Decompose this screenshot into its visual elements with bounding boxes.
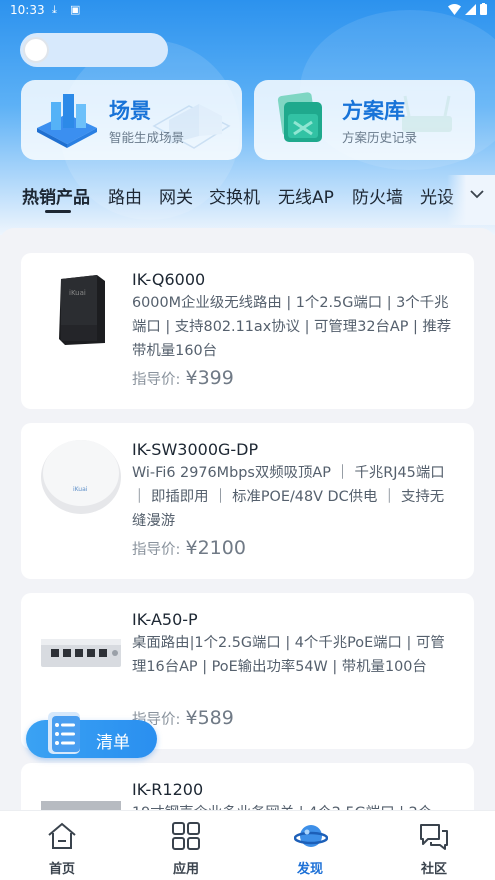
solution-library-title: 方案库: [342, 99, 405, 123]
nav-home[interactable]: 首页: [0, 811, 124, 880]
signal-icon: [465, 3, 476, 15]
price-value: 2100: [197, 537, 246, 559]
active-tab-indicator: [45, 210, 71, 213]
nav-apps-label: 应用: [172, 862, 199, 877]
chat-bubbles-icon: [420, 824, 448, 850]
toggle-knob: [23, 37, 49, 63]
chevron-down-icon[interactable]: [469, 189, 485, 199]
checklist-icon: [48, 712, 80, 754]
currency-symbol: ¥: [185, 537, 198, 559]
price-label: 指导价:: [132, 372, 181, 388]
product-card[interactable]: IK-R1200 19寸钢壳企业多业务网关 | 4个2.5G端口 | 2个: [21, 763, 474, 810]
product-card[interactable]: iKuai IK-SW3000G-DP Wi-Fi6 2976Mbps双频吸顶A…: [21, 423, 474, 579]
product-price: 指导价: ¥399: [132, 367, 234, 389]
apps-grid-icon: [172, 822, 200, 850]
product-name: IK-Q6000: [132, 270, 206, 289]
tab-routers[interactable]: 路由: [108, 183, 142, 208]
tab-switches[interactable]: 交换机: [209, 183, 260, 208]
nav-community-label: 社区: [420, 862, 447, 877]
currency-symbol: ¥: [185, 367, 198, 389]
status-time: 10:33: [10, 3, 45, 17]
wifi-icon: [448, 3, 461, 15]
tab-wireless-ap[interactable]: 无线AP: [278, 183, 334, 208]
product-name: IK-A50-P: [132, 610, 198, 629]
tab-firewalls[interactable]: 防火墙: [352, 183, 403, 208]
currency-symbol: ¥: [185, 707, 198, 729]
checklist-label: 清单: [96, 733, 130, 753]
product-image-router: iKuai: [59, 275, 105, 345]
product-name: IK-SW3000G-DP: [132, 440, 259, 459]
category-tabs: 热销产品 路由 网关 交换机 无线AP 防火墙 光设: [0, 175, 495, 225]
solution-library-subtitle: 方案历史记录: [342, 130, 418, 145]
nav-discover-label: 发现: [296, 862, 323, 877]
product-description: 桌面路由|1个2.5G端口 | 4个千兆PoE端口 | 可管理16台AP | P…: [132, 635, 445, 675]
nav-community[interactable]: 社区: [372, 811, 495, 880]
battery-icon: [480, 3, 487, 15]
price-value: 589: [197, 707, 234, 729]
bottom-navigation: 首页 应用 发现 社区: [0, 810, 495, 880]
scene-title: 场景: [109, 99, 151, 123]
planet-icon: [294, 825, 328, 847]
product-price: 指导价: ¥2100: [132, 537, 246, 559]
nav-home-label: 首页: [48, 862, 75, 877]
mode-toggle[interactable]: [20, 33, 168, 67]
product-name: IK-R1200: [132, 780, 204, 799]
product-description: 6000M企业级无线路由 | 1个2.5G端口 | 3个千兆端口 | 支持802…: [132, 295, 452, 359]
download-icon: ⤓: [52, 3, 57, 16]
nav-apps[interactable]: 应用: [124, 811, 248, 880]
notification-icon: ▣: [70, 3, 81, 16]
solution-library-card[interactable]: 方案库 方案历史记录: [254, 80, 475, 160]
product-description: 19寸钢壳企业多业务网关 | 4个2.5G端口 | 2个: [132, 801, 454, 810]
price-label: 指导价:: [132, 542, 181, 558]
product-description: Wi-Fi6 2976Mbps双频吸顶AP ｜ 千兆RJ45端口 ｜ 即插即用 …: [132, 465, 445, 529]
scene-icon: [37, 94, 97, 148]
nav-discover[interactable]: 发现: [248, 811, 372, 880]
product-image-desktop-router: [41, 639, 121, 667]
tab-hot-products[interactable]: 热销产品: [22, 183, 90, 208]
home-icon: [48, 822, 76, 849]
product-image-ceiling-ap: iKuai: [41, 440, 121, 514]
status-bar: 10:33 ⤓ ▣: [0, 0, 495, 22]
solution-library-icon: [277, 92, 322, 142]
price-value: 399: [197, 367, 234, 389]
product-image-gateway: [41, 801, 121, 810]
product-card[interactable]: iKuai IK-Q6000 6000M企业级无线路由 | 1个2.5G端口 |…: [21, 253, 474, 409]
checklist-button[interactable]: 清单: [26, 712, 157, 758]
svg-text:iKuai: iKuai: [73, 486, 88, 493]
scene-subtitle: 智能生成场景: [109, 130, 185, 145]
svg-text:iKuai: iKuai: [69, 289, 86, 297]
scene-card[interactable]: 场景 智能生成场景: [21, 80, 242, 160]
tab-gateways[interactable]: 网关: [159, 183, 193, 208]
